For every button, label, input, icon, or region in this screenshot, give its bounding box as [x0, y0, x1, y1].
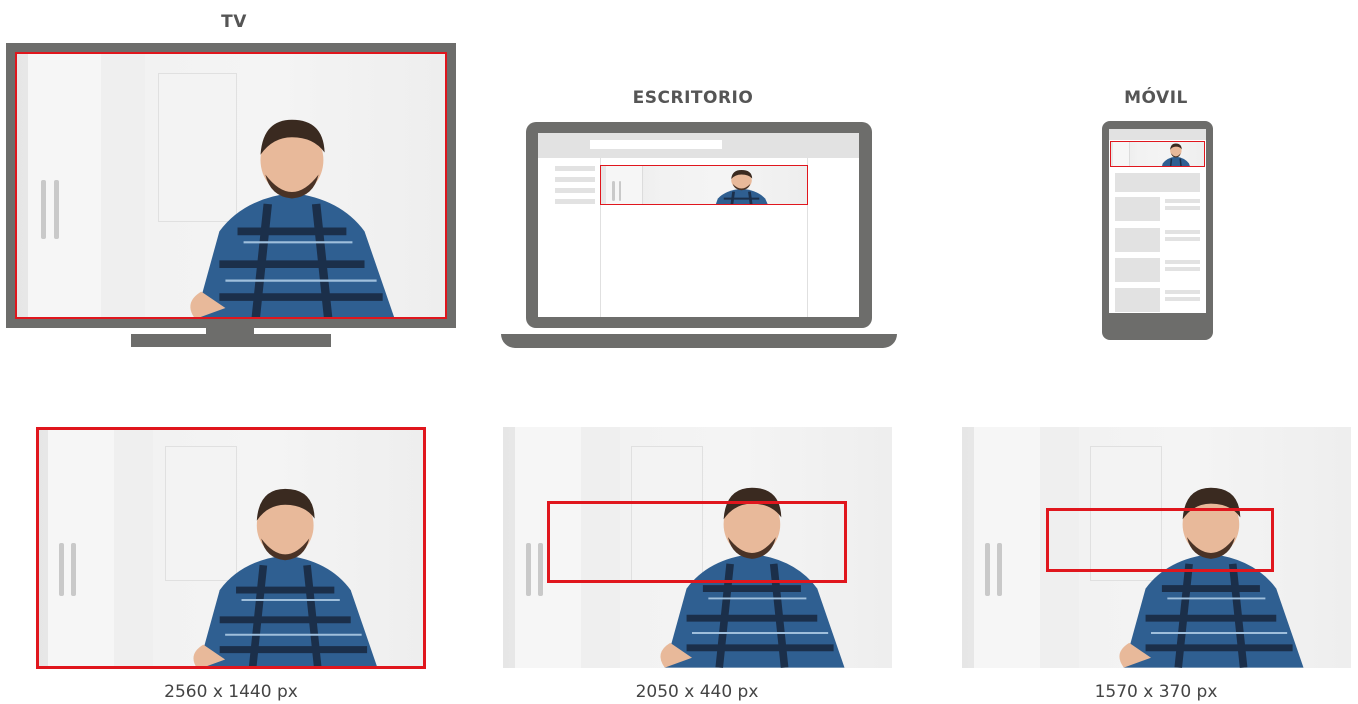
phone-list-line — [1165, 267, 1200, 271]
laptop-base — [501, 334, 897, 348]
phone-list-line — [1165, 206, 1200, 210]
tv-crop-box — [36, 427, 426, 669]
phone-list-thumb — [1115, 197, 1160, 221]
laptop-address-bar — [590, 140, 722, 149]
phone-list-line — [1165, 260, 1200, 264]
laptop-sidebar-line — [555, 166, 595, 171]
laptop-sidebar-line — [555, 199, 595, 204]
laptop-sidebar-line — [555, 177, 595, 182]
phone-list-line — [1165, 290, 1200, 294]
phone-list-line — [1165, 199, 1200, 203]
desktop-crop-box — [547, 501, 847, 583]
phone-list-line — [1165, 237, 1200, 241]
phone-list-line — [1165, 230, 1200, 234]
desktop-title: ESCRITORIO — [632, 88, 754, 108]
phone-list-thumb — [1115, 258, 1160, 282]
tv-crop-indicator — [15, 52, 447, 319]
phone-list-thumb — [1115, 288, 1160, 312]
laptop-screen — [538, 133, 859, 317]
mobile-title: MÓVIL — [1124, 88, 1188, 108]
phone-list-thumb — [1115, 228, 1160, 252]
phone-list-line — [1165, 297, 1200, 301]
tv-stand-base — [131, 334, 331, 347]
desktop-crop-indicator — [600, 165, 808, 205]
desktop-size-label: 2050 x 440 px — [635, 682, 759, 702]
laptop-sidebar-line — [555, 188, 595, 193]
tv-title: TV — [221, 12, 247, 32]
mobile-crop-box — [1046, 508, 1274, 572]
tv-size-label: 2560 x 1440 px — [164, 682, 298, 702]
mobile-size-label: 1570 x 370 px — [1094, 682, 1218, 702]
phone-content-block — [1115, 173, 1200, 192]
mobile-crop-indicator — [1110, 141, 1205, 167]
phone-header-bar — [1109, 129, 1206, 140]
